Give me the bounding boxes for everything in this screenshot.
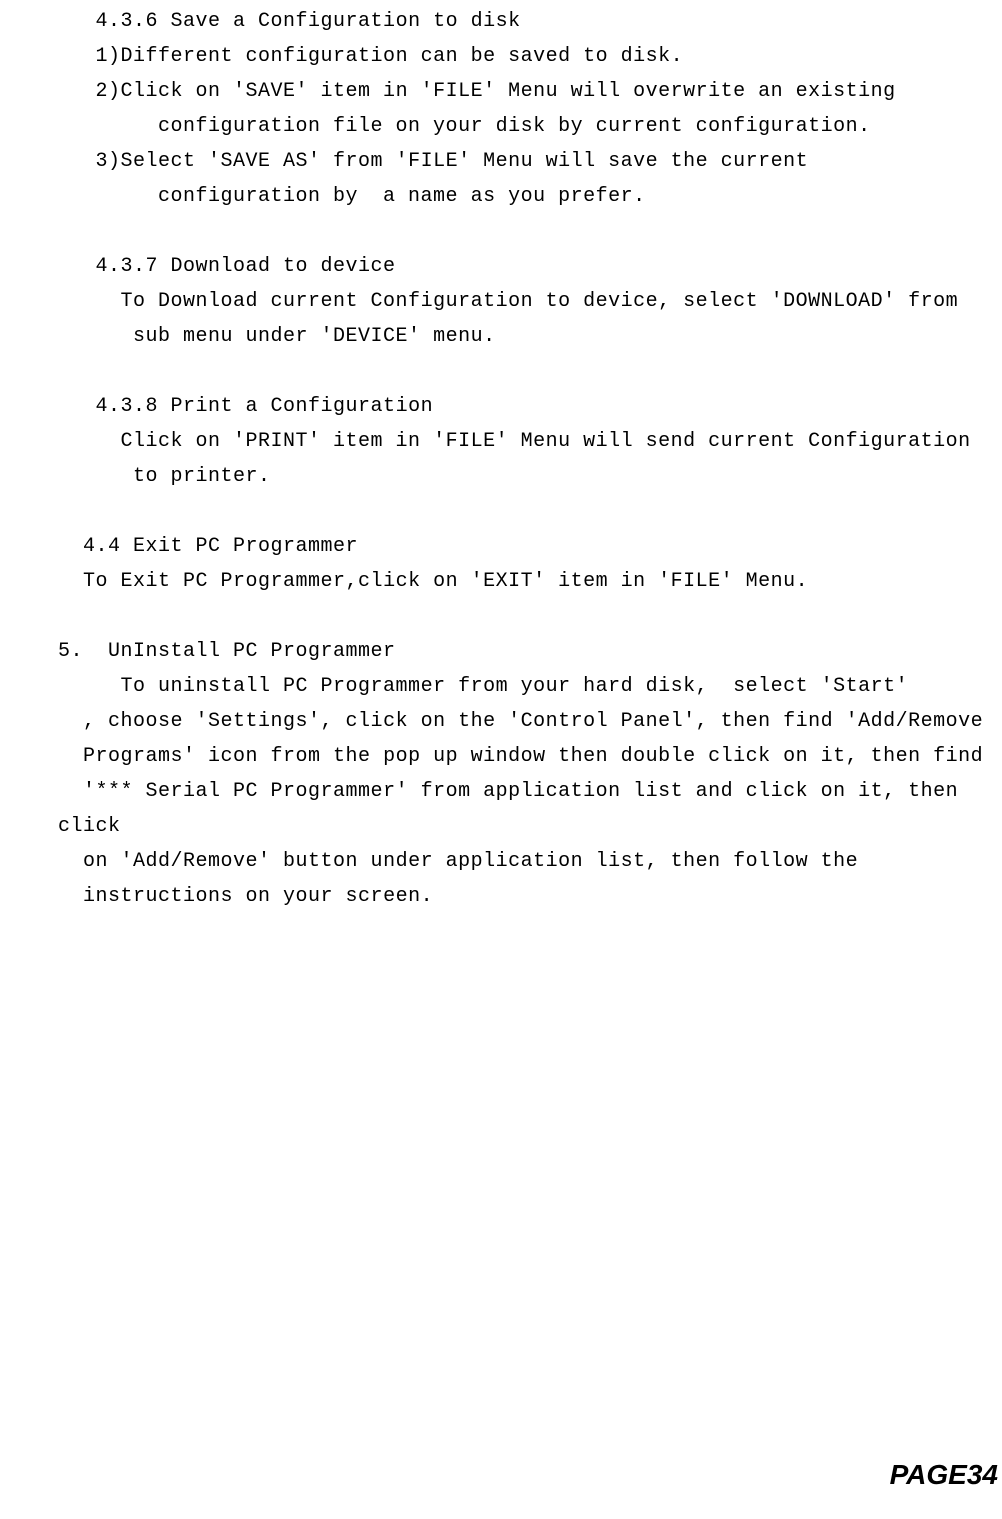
section-5-line2: , choose 'Settings', click on the 'Contr…: [58, 704, 992, 739]
section-437-heading: 4.3.7 Download to device: [58, 249, 992, 284]
blank-line: [58, 599, 992, 634]
section-5-line1: To uninstall PC Programmer from your har…: [58, 669, 992, 704]
section-44-heading: 4.4 Exit PC Programmer: [58, 529, 992, 564]
section-436-line5: configuration by a name as you prefer.: [58, 179, 992, 214]
section-438-line2: to printer.: [58, 459, 992, 494]
document-content: 4.3.6 Save a Configuration to disk 1)Dif…: [0, 0, 1002, 914]
section-436-line3: configuration file on your disk by curre…: [58, 109, 992, 144]
section-5-line4: '*** Serial PC Programmer' from applicat…: [58, 774, 992, 844]
section-5-line3: Programs' icon from the pop up window th…: [58, 739, 992, 774]
section-437-line2: sub menu under 'DEVICE' menu.: [58, 319, 992, 354]
section-438-line1: Click on 'PRINT' item in 'FILE' Menu wil…: [58, 424, 992, 459]
section-5-heading: 5. UnInstall PC Programmer: [58, 634, 992, 669]
blank-line: [58, 214, 992, 249]
blank-line: [58, 494, 992, 529]
section-5-line6: instructions on your screen.: [58, 879, 992, 914]
section-436-heading: 4.3.6 Save a Configuration to disk: [58, 4, 992, 39]
section-437-line1: To Download current Configuration to dev…: [58, 284, 992, 319]
section-436-line1: 1)Different configuration can be saved t…: [58, 39, 992, 74]
blank-line: [58, 354, 992, 389]
section-438-heading: 4.3.8 Print a Configuration: [58, 389, 992, 424]
section-5-line5: on 'Add/Remove' button under application…: [58, 844, 992, 879]
page-number: PAGE34: [890, 1450, 998, 1499]
section-436-line4: 3)Select 'SAVE AS' from 'FILE' Menu will…: [58, 144, 992, 179]
section-44-line1: To Exit PC Programmer,click on 'EXIT' it…: [58, 564, 992, 599]
section-436-line2: 2)Click on 'SAVE' item in 'FILE' Menu wi…: [58, 74, 992, 109]
